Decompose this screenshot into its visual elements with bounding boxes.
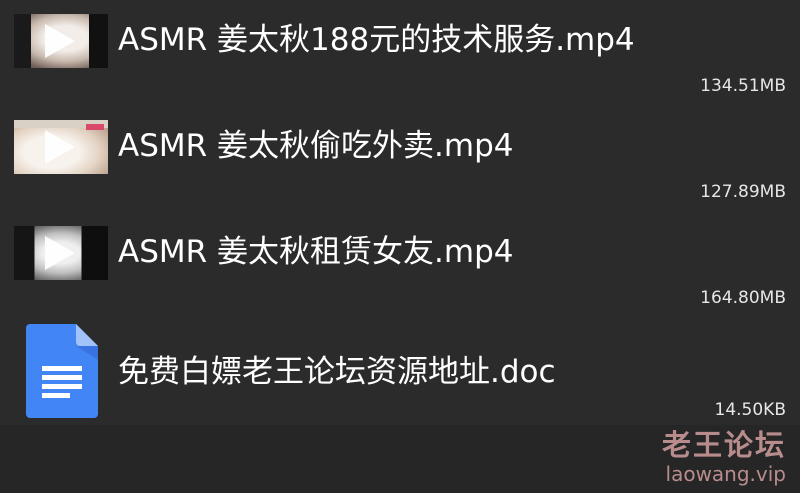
file-size: 164.80MB xyxy=(700,288,786,308)
file-size: 14.50KB xyxy=(714,400,786,420)
watermark-title: 老王论坛 xyxy=(661,428,786,462)
video-thumbnail xyxy=(14,120,108,174)
file-row[interactable]: ASMR 姜太秋188元的技术服务.mp4 134.51MB xyxy=(0,0,800,106)
file-size: 127.89MB xyxy=(700,182,786,202)
file-name: ASMR 姜太秋188元的技术服务.mp4 xyxy=(118,22,635,58)
file-list: ASMR 姜太秋188元的技术服务.mp4 134.51MB ASMR 姜太秋偷… xyxy=(0,0,800,425)
file-name: ASMR 姜太秋租赁女友.mp4 xyxy=(118,234,514,270)
video-thumbnail xyxy=(14,14,108,68)
watermark-url: laowang.vip xyxy=(665,462,786,486)
file-row[interactable]: ASMR 姜太秋偷吃外卖.mp4 127.89MB xyxy=(0,106,800,212)
file-name: 免费白嫖老王论坛资源地址.doc xyxy=(118,354,556,390)
google-docs-icon xyxy=(26,324,98,418)
file-row[interactable]: ASMR 姜太秋租赁女友.mp4 164.80MB xyxy=(0,212,800,318)
video-thumbnail xyxy=(14,226,108,280)
play-icon xyxy=(45,130,75,164)
file-row[interactable]: 免费白嫖老王论坛资源地址.doc 14.50KB xyxy=(0,318,800,425)
play-icon xyxy=(45,236,75,270)
watermark: 老王论坛 laowang.vip xyxy=(662,428,786,486)
play-icon xyxy=(45,24,75,58)
file-name: ASMR 姜太秋偷吃外卖.mp4 xyxy=(118,128,514,164)
file-size: 134.51MB xyxy=(700,76,786,96)
